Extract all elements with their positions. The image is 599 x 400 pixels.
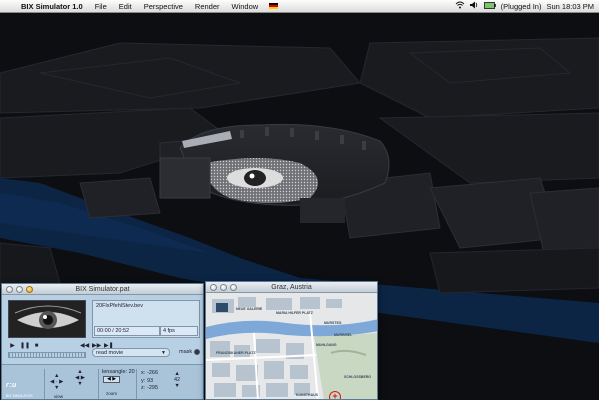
close-window-button[interactable] <box>6 285 13 293</box>
view-pad[interactable]: ▲ ◀ · ▶ ▼ <box>50 373 63 391</box>
zoom-window-button[interactable] <box>230 283 237 291</box>
stop-icon[interactable]: ■ <box>32 342 41 350</box>
mode-select[interactable]: read movie ▼ <box>92 348 170 357</box>
minimize-window-button[interactable] <box>16 285 23 293</box>
bix-simulator-window: BIX Simulator.pat 20FlxPfehlStev.bev 00:… <box>1 283 204 400</box>
app-menu[interactable]: BIX Simulator 1.0 <box>15 2 89 11</box>
mask-label: mask <box>179 349 193 355</box>
camera-position-marker[interactable]: + <box>329 391 341 399</box>
battery-icon[interactable] <box>483 1 496 11</box>
city-map[interactable]: MARIA HILFER PLATZ MURSTEG NEUE GALERIE … <box>206 293 377 399</box>
menu-bar: BIX Simulator 1.0 File Edit Perspective … <box>0 0 599 13</box>
panel-divider <box>98 369 99 399</box>
movie-file-name: 20FlxPfehlStev.bev <box>96 303 143 309</box>
panel-divider <box>136 369 137 399</box>
map-label: NEUE GALERIE <box>236 307 263 311</box>
coord-x-value: -266 <box>147 370 159 376</box>
map-label: FRANZISKANER PLATZ <box>216 351 256 355</box>
rewind-icon[interactable]: ◀◀ <box>80 342 89 350</box>
close-window-button[interactable] <box>210 283 217 291</box>
map-window: Graz, Austria MARIA HILFER PLATZ MURSTEG… <box>205 281 378 400</box>
navigation-panel: r:u BIX SIMULATOR ▲ ◀ · ▶ ▼ view ▲ ◀ ▶ ▼… <box>2 364 203 399</box>
lens-angle-label: lensangle: 20 <box>102 369 135 375</box>
angle-stepper[interactable]: ▲ 42 ▼ <box>174 371 180 389</box>
flag-de-icon[interactable] <box>269 3 279 9</box>
tu-graz-logo: r:u <box>6 382 17 389</box>
map-label: MURSTEG <box>324 321 342 325</box>
camera-coordinates: x: -266 y: 93 z: -295 <box>141 370 158 393</box>
menubar-clock[interactable]: Sun 18:03 PM <box>546 2 594 11</box>
pause-icon[interactable]: ❚❚ <box>20 342 30 350</box>
movie-timecode: 00:00 / 20:52 <box>94 326 160 336</box>
mask-toggle[interactable] <box>194 349 200 355</box>
movie-position-slider[interactable] <box>8 352 86 358</box>
map-label: MUHLGANG <box>316 343 337 347</box>
menu-file[interactable]: File <box>89 2 113 11</box>
menu-render[interactable]: Render <box>189 2 226 11</box>
angle-down-icon[interactable]: ▼ <box>174 383 180 389</box>
mode-select-value: read movie <box>96 350 124 356</box>
movie-preview-thumbnail <box>8 300 86 338</box>
menu-perspective[interactable]: Perspective <box>138 2 189 11</box>
movie-info-panel: 20FlxPfehlStev.bev 00:00 / 20:52 4 fps <box>92 300 200 338</box>
movie-fps: 4 fps <box>160 326 198 336</box>
volume-icon[interactable] <box>469 1 479 11</box>
menu-edit[interactable]: Edit <box>113 2 138 11</box>
coord-z-value: -295 <box>147 385 159 391</box>
status-area: (Plugged In) Sun 18:03 PM <box>455 1 599 11</box>
rotate-down-icon[interactable]: ▼ <box>75 381 85 387</box>
arrow-right-icon[interactable]: ▶ <box>59 379 63 385</box>
play-icon[interactable]: ▶ <box>8 342 17 350</box>
bix-window-titlebar[interactable]: BIX Simulator.pat <box>2 284 203 295</box>
desktop-screen: BIX Simulator 1.0 File Edit Perspective … <box>0 0 599 400</box>
map-label: MARIA HILFER PLATZ <box>276 311 313 315</box>
coord-y-value: 93 <box>147 377 154 384</box>
chevron-down-icon: ▼ <box>161 350 166 356</box>
zoom-label: zoom <box>106 391 118 396</box>
arrow-down-icon[interactable]: ▼ <box>50 385 63 391</box>
logo-subtitle: BIX SIMULATOR <box>6 394 33 398</box>
map-label: SCHLOSSBERG <box>344 375 372 379</box>
zoom-window-button[interactable] <box>26 285 33 293</box>
map-label: KUNSTHAUS <box>296 393 318 397</box>
battery-status: (Plugged In) <box>500 1 542 11</box>
map-label: MURINSEL <box>334 333 353 337</box>
map-window-titlebar[interactable]: Graz, Austria <box>206 282 377 293</box>
rotate-pad[interactable]: ▲ ◀ ▶ ▼ <box>75 369 85 387</box>
menu-window[interactable]: Window <box>226 2 265 11</box>
minimize-window-button[interactable] <box>220 283 227 291</box>
zoom-control[interactable]: ◀ ▶ <box>103 376 120 383</box>
panel-divider <box>44 369 45 399</box>
view-label: view <box>54 394 64 399</box>
wifi-icon[interactable] <box>455 1 465 11</box>
